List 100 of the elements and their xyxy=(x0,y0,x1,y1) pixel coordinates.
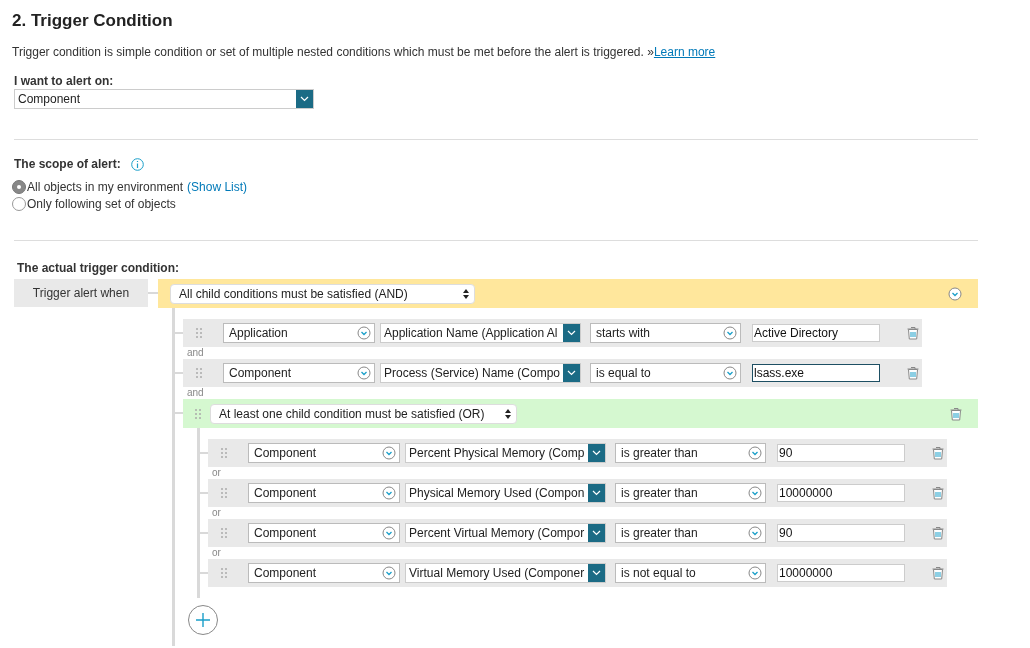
up-down-icon xyxy=(463,288,469,299)
collapse-icon xyxy=(948,286,962,301)
dropdown-value: is not equal to xyxy=(621,565,696,582)
dropdown-value: Component xyxy=(254,485,317,502)
radio-label: All objects in my environment xyxy=(27,178,184,196)
value-field[interactable]: 10000000 xyxy=(777,564,905,582)
chevron-icon xyxy=(748,446,762,460)
chevron-icon xyxy=(563,364,580,382)
trash-icon[interactable] xyxy=(950,406,962,421)
chevron-icon xyxy=(382,486,396,500)
trash-icon[interactable] xyxy=(907,366,919,380)
dropdown[interactable]: Component xyxy=(248,563,400,583)
dropdown[interactable]: is greater than xyxy=(615,483,766,503)
field-dropdown[interactable]: Physical Memory Used (Compon xyxy=(405,483,606,503)
field-dropdown[interactable]: Percent Virtual Memory (Compor xyxy=(405,523,606,543)
trash-icon[interactable] xyxy=(932,486,944,500)
plus-icon xyxy=(195,612,211,628)
field-dropdown[interactable]: Percent Physical Memory (Comp xyxy=(405,443,606,463)
dropdown-value: Application xyxy=(229,325,288,342)
drag-handle-icon[interactable] xyxy=(195,408,201,419)
chevron-icon xyxy=(748,526,762,540)
drag-handle-icon[interactable] xyxy=(221,528,227,538)
trash-icon[interactable] xyxy=(932,446,944,460)
dropdown[interactable]: is not equal to xyxy=(615,563,766,583)
joiner-label: or xyxy=(211,467,221,479)
dropdown-value: is greater than xyxy=(621,445,698,462)
dropdown[interactable]: Component xyxy=(223,363,375,383)
field-dropdown[interactable]: Application Name (Application Al xyxy=(380,323,581,343)
drag-handle-icon[interactable] xyxy=(221,448,227,458)
chevron-icon xyxy=(382,526,396,540)
trash-icon[interactable] xyxy=(932,526,944,540)
logic-dropdown[interactable]: At least one child condition must be satisfied (OR) xyxy=(210,403,517,424)
description: Trigger condition is simple condition or set of multiple nested conditions which must be met before the alert is triggered. »Learn more xyxy=(12,45,716,60)
field-dropdown[interactable]: Process (Service) Name (Compo xyxy=(380,363,581,383)
dropdown-value: At least one child condition must be satisfied (OR) xyxy=(219,405,485,423)
field-dropdown[interactable]: Virtual Memory Used (Componer xyxy=(405,563,606,583)
chevron-icon xyxy=(382,566,396,580)
logic-dropdown[interactable]: All child conditions must be satisfied (AND) xyxy=(170,283,475,304)
value-field[interactable]: 90 xyxy=(777,444,905,462)
dropdown[interactable]: Component xyxy=(248,483,400,503)
dropdown-value: Physical Memory Used (Compon xyxy=(408,485,586,502)
chevron-icon xyxy=(588,564,605,582)
joiner-label: and xyxy=(186,347,204,359)
dropdown-value: Process (Service) Name (Compo xyxy=(383,365,562,382)
chevron-icon xyxy=(357,366,371,380)
chevron-icon xyxy=(296,90,313,108)
dropdown-value: is equal to xyxy=(596,365,651,382)
dropdown[interactable]: Component xyxy=(248,523,400,543)
dropdown-value: starts with xyxy=(596,325,650,342)
field-label: The scope of alert: xyxy=(14,157,121,171)
drag-handle-icon[interactable] xyxy=(196,328,202,338)
dropdown-value: Component xyxy=(17,91,82,108)
chevron-icon xyxy=(588,524,605,542)
dropdown-value: Component xyxy=(229,365,292,382)
chevron-icon xyxy=(563,324,580,342)
dropdown-value: Application Name (Application Al xyxy=(383,325,559,342)
section-title: 2. Trigger Condition xyxy=(12,10,173,32)
dropdown[interactable]: is greater than xyxy=(615,443,766,463)
drag-handle-icon[interactable] xyxy=(196,368,202,378)
dropdown[interactable]: is greater than xyxy=(615,523,766,543)
info-icon[interactable] xyxy=(130,157,144,171)
trash-icon[interactable] xyxy=(907,326,919,340)
chevron-icon xyxy=(748,566,762,580)
dropdown[interactable]: starts with xyxy=(590,323,741,343)
chevron-icon xyxy=(748,486,762,500)
dropdown[interactable]: Application xyxy=(223,323,375,343)
joiner-label: and xyxy=(186,387,204,399)
value-field[interactable]: lsass.exe xyxy=(752,364,880,382)
dropdown-value: Component xyxy=(254,445,317,462)
dropdown-value: Component xyxy=(254,565,317,582)
chevron-icon xyxy=(588,444,605,462)
joiner-label: or xyxy=(211,547,221,559)
learn-more-link[interactable]: Learn more xyxy=(653,45,716,59)
dropdown[interactable]: Component xyxy=(248,443,400,463)
drag-handle-icon[interactable] xyxy=(221,488,227,498)
chevron-icon xyxy=(723,366,737,380)
trigger-start-label: Trigger alert when xyxy=(14,279,148,307)
chevron-icon xyxy=(588,484,605,502)
drag-handle-icon[interactable] xyxy=(221,568,227,578)
radio-button[interactable] xyxy=(12,179,26,194)
show-list-link[interactable]: (Show List) xyxy=(187,177,248,196)
field-label: I want to alert on: xyxy=(14,74,114,88)
dropdown-value: All child conditions must be satisfied (AND) xyxy=(179,285,408,303)
trash-icon[interactable] xyxy=(932,566,944,580)
add-button[interactable] xyxy=(188,605,218,635)
radio-label: Only following set of objects xyxy=(27,195,176,213)
joiner-label: or xyxy=(211,507,221,519)
chevron-icon xyxy=(382,446,396,460)
dropdown-value: Percent Virtual Memory (Compor xyxy=(408,525,586,542)
radio-button[interactable] xyxy=(12,196,26,211)
dropdown-value: Virtual Memory Used (Componer xyxy=(408,565,586,582)
value-field[interactable]: 10000000 xyxy=(777,484,905,502)
dropdown-value: is greater than xyxy=(621,525,698,542)
dropdown-value: is greater than xyxy=(621,485,698,502)
value-field[interactable]: Active Directory xyxy=(752,324,880,342)
value-field[interactable]: 90 xyxy=(777,524,905,542)
dropdown-value: Percent Physical Memory (Comp xyxy=(408,445,586,462)
dropdown-value: Component xyxy=(254,525,317,542)
dropdown[interactable]: is equal to xyxy=(590,363,741,383)
alert-on-dropdown[interactable]: Component xyxy=(14,89,314,109)
